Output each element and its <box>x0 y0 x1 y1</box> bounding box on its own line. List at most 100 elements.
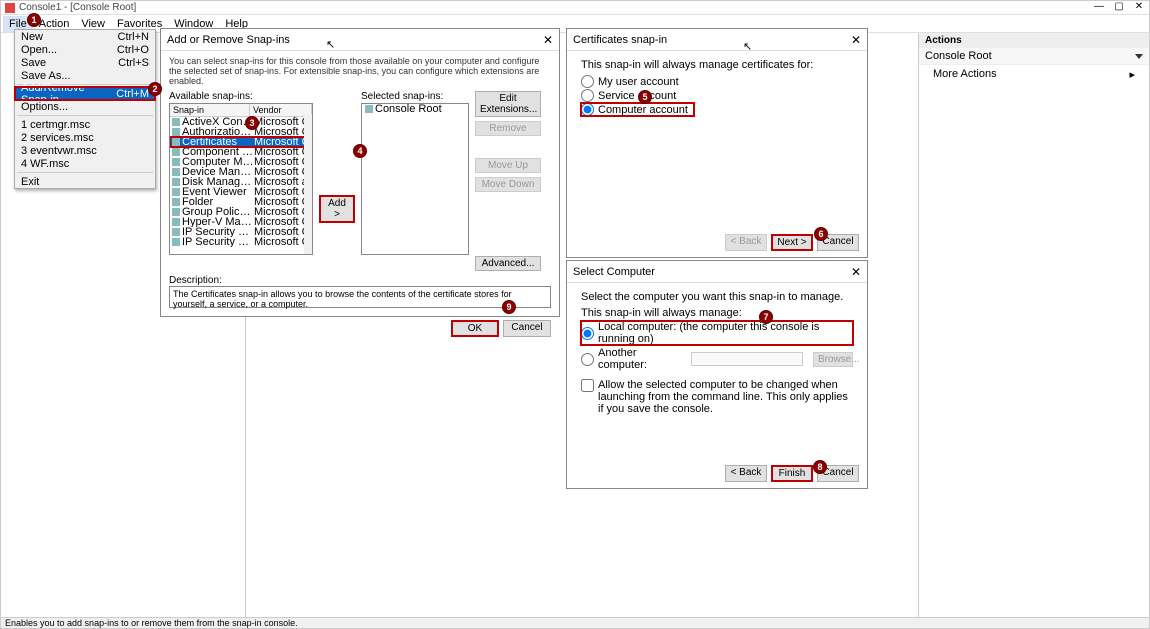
snapin-icon <box>172 138 180 146</box>
description-label: Description: <box>169 275 551 286</box>
add-button[interactable]: Add > <box>319 195 355 223</box>
actions-root-label: Console Root <box>925 50 992 62</box>
snapin-icon <box>172 128 180 136</box>
snapin-row[interactable]: Hyper-V ManagerMicrosoft Cor... <box>170 217 312 227</box>
next-button[interactable]: Next > <box>771 234 813 251</box>
back-button[interactable]: < Back <box>725 234 767 251</box>
edit-extensions-button[interactable]: Edit Extensions... <box>475 91 541 117</box>
finish-button[interactable]: Finish <box>771 465 813 482</box>
snapin-row[interactable]: IP Security MonitorMicrosoft Cor... <box>170 227 312 237</box>
wiz1-title: Certificates snap-in <box>573 34 667 46</box>
snapin-row[interactable]: Device ManagerMicrosoft Cor... <box>170 167 312 177</box>
status-bar: Enables you to add snap-ins to or remove… <box>1 617 1149 628</box>
snapin-row[interactable]: IP Security Policy M...Microsoft Cor... <box>170 237 312 247</box>
menu-item-recent-2[interactable]: 2 services.msc <box>15 131 155 144</box>
menu-item-recent-3[interactable]: 3 eventvwr.msc <box>15 144 155 157</box>
snapin-row[interactable]: ActiveX ControlMicrosoft Cor... <box>170 117 312 127</box>
annotation-3: 3 <box>245 116 259 130</box>
menu-item-recent-4[interactable]: 4 WF.msc <box>15 157 155 170</box>
radio-another-computer[interactable] <box>581 353 594 366</box>
radio-service-account[interactable] <box>581 89 594 102</box>
annotation-1: 1 <box>27 13 41 27</box>
annotation-7: 7 <box>759 310 773 324</box>
description-box: The Certificates snap-in allows you to b… <box>169 286 551 308</box>
actions-section-root: Console Root <box>919 48 1149 65</box>
snapin-icon <box>172 238 180 246</box>
move-up-button[interactable]: Move Up <box>475 158 541 173</box>
close-icon[interactable]: ✕ <box>851 33 861 47</box>
move-down-button[interactable]: Move Down <box>475 177 541 192</box>
ok-button[interactable]: OK <box>451 320 499 337</box>
label-user-account: My user account <box>598 76 679 88</box>
dialog-title-bar: Add or Remove Snap-ins ✕ <box>161 29 559 51</box>
label-local-computer: Local computer: (the computer this conso… <box>598 321 849 345</box>
annotation-4: 4 <box>353 144 367 158</box>
menu-item-open[interactable]: Open...Ctrl+O <box>15 43 155 56</box>
advanced-button[interactable]: Advanced... <box>475 256 541 271</box>
minimize-button[interactable]: — <box>1089 1 1109 12</box>
menu-item-recent-1[interactable]: 1 certmgr.msc <box>15 118 155 131</box>
snapin-icon <box>172 188 180 196</box>
col-snapin: Snap-in <box>170 104 250 116</box>
remove-button[interactable]: Remove <box>475 121 541 136</box>
snapin-row[interactable]: Computer Managem...Microsoft Cor... <box>170 157 312 167</box>
snapin-icon <box>172 148 180 156</box>
back-button[interactable]: < Back <box>725 465 767 482</box>
select-computer-dialog: Select Computer ✕ Select the computer you… <box>566 260 868 489</box>
available-snapins-list[interactable]: Snap-inVendor ActiveX ControlMicrosoft C… <box>169 103 313 255</box>
close-icon[interactable]: ✕ <box>851 265 861 279</box>
title-bar: Console1 - [Console Root] — ▢ ✕ <box>1 1 1149 15</box>
collapse-icon[interactable] <box>1135 54 1143 59</box>
snapin-row[interactable]: Component ServicesMicrosoft Cor... <box>170 147 312 157</box>
snapin-row[interactable]: Disk ManagementMicrosoft and... <box>170 177 312 187</box>
mmc-icon <box>5 3 15 13</box>
folder-icon <box>365 105 373 113</box>
dialog-description: You can select snap-ins for this console… <box>169 57 551 87</box>
selected-snapins-list[interactable]: Console Root <box>361 103 469 255</box>
wiz2-sublabel: This snap-in will always manage: <box>581 307 853 319</box>
annotation-6: 6 <box>814 227 828 241</box>
menu-item-new[interactable]: NewCtrl+N <box>15 30 155 43</box>
snapin-row[interactable]: Authorization ManagerMicrosoft Cor... <box>170 127 312 137</box>
actions-header: Actions <box>919 33 1149 48</box>
wiz2-title: Select Computer <box>573 266 655 278</box>
snapin-icon <box>172 118 180 126</box>
dialog-title: Add or Remove Snap-ins <box>167 34 290 46</box>
menu-item-save[interactable]: SaveCtrl+S <box>15 56 155 69</box>
browse-button[interactable]: Browse... <box>813 352 853 367</box>
snapin-row[interactable]: Event ViewerMicrosoft Cor... <box>170 187 312 197</box>
add-remove-snapins-dialog: Add or Remove Snap-ins ✕ You can select … <box>160 28 560 317</box>
scrollbar[interactable] <box>304 114 312 254</box>
radio-local-computer[interactable] <box>581 327 594 340</box>
snapin-row[interactable]: FolderMicrosoft Cor... <box>170 197 312 207</box>
selected-root-item[interactable]: Console Root <box>362 104 468 114</box>
close-icon[interactable]: ✕ <box>543 33 553 47</box>
window-controls: — ▢ ✕ <box>1089 1 1149 12</box>
cancel-button[interactable]: Cancel <box>503 320 551 337</box>
radio-computer-account[interactable] <box>581 103 594 116</box>
file-menu-dropdown: NewCtrl+N Open...Ctrl+O SaveCtrl+S Save … <box>14 29 156 189</box>
more-actions[interactable]: More Actions ▸ <box>919 65 1149 83</box>
allow-change-checkbox[interactable] <box>581 379 594 392</box>
wiz1-prompt: This snap-in will always manage certific… <box>581 59 853 71</box>
allow-change-label: Allow the selected computer to be change… <box>598 379 853 415</box>
snapin-icon <box>172 198 180 206</box>
snapin-row[interactable]: Group Policy Object ...Microsoft Cor... <box>170 207 312 217</box>
annotation-8: 8 <box>813 460 827 474</box>
radio-user-account[interactable] <box>581 75 594 88</box>
menu-item-add-remove-snapin[interactable]: Add/Remove Snap-in...Ctrl+M <box>15 87 155 100</box>
selected-label: Selected snap-ins: <box>361 91 469 102</box>
close-button[interactable]: ✕ <box>1129 1 1149 12</box>
maximize-button[interactable]: ▢ <box>1109 1 1129 12</box>
annotation-2: 2 <box>148 82 162 96</box>
snapin-icon <box>172 228 180 236</box>
computer-name-input[interactable] <box>691 352 803 366</box>
menu-item-saveas[interactable]: Save As... <box>15 69 155 82</box>
wiz2-prompt: Select the computer you want this snap-i… <box>581 291 853 303</box>
snapin-icon <box>172 218 180 226</box>
chevron-right-icon: ▸ <box>1129 68 1135 81</box>
menu-item-exit[interactable]: Exit <box>15 175 155 188</box>
snapin-row[interactable]: CertificatesMicrosoft Cor... <box>170 137 312 147</box>
snapin-icon <box>172 168 180 176</box>
annotation-5: 5 <box>638 90 652 104</box>
